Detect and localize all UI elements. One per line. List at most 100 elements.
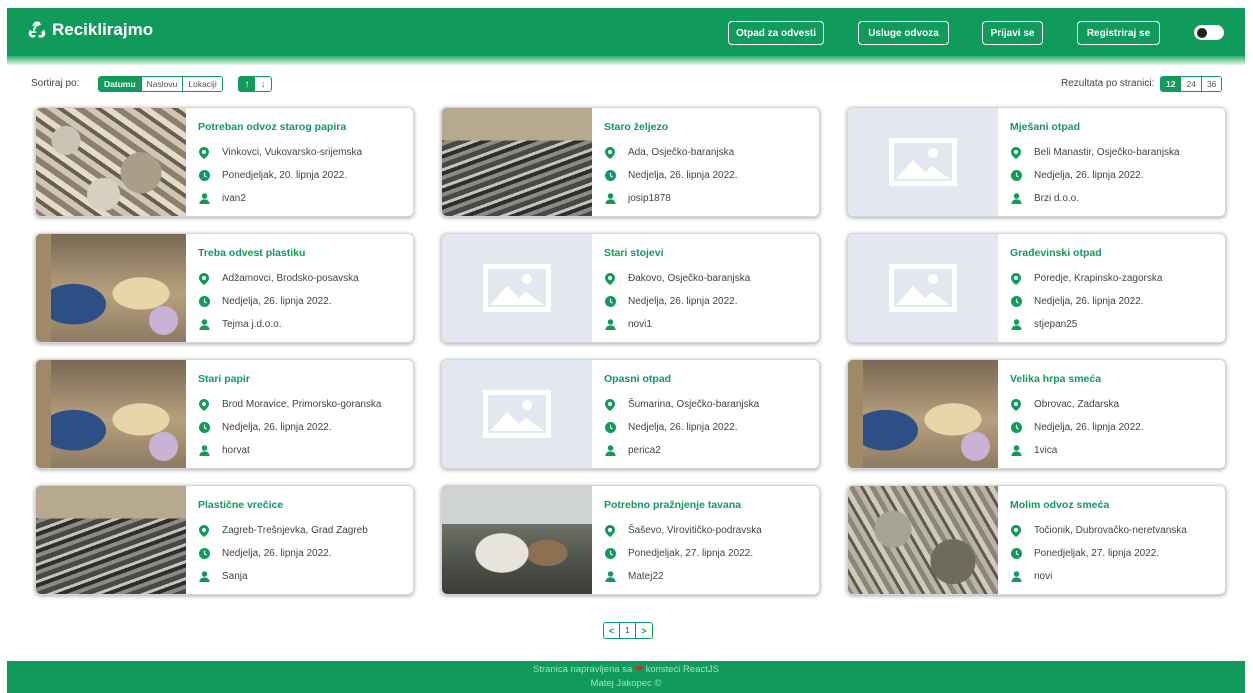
user-icon <box>198 445 210 457</box>
listing-title[interactable]: Treba odvest plastiku <box>198 247 413 261</box>
listing-date: Nedjelja, 26. lipnja 2022. <box>198 420 413 435</box>
listing-photo <box>36 234 186 342</box>
listing-user: horvat <box>198 443 413 458</box>
date-text: Nedjelja, 26. lipnja 2022. <box>628 422 738 433</box>
prev-page-button[interactable]: < <box>604 623 620 638</box>
clock-icon <box>604 170 616 182</box>
listing-info: Građevinski otpad Poredje, Krapinsko-zago… <box>998 234 1225 342</box>
listing-date: Nedjelja, 26. lipnja 2022. <box>604 420 819 435</box>
listing-photo <box>36 486 186 594</box>
listing-card[interactable]: Potreban odvoz starog papira Vinkovci, Vu… <box>36 108 413 216</box>
footer-author: Matej Jakopec © <box>590 678 662 689</box>
location-pin-icon <box>1010 524 1022 537</box>
sort-ascending-icon[interactable]: ↑ <box>239 77 255 91</box>
user-text: novi1 <box>628 319 652 330</box>
sort-by-location[interactable]: Lokaciji <box>183 77 222 91</box>
user-text: Matej22 <box>628 571 664 582</box>
listing-title[interactable]: Mješani otpad <box>1010 121 1225 135</box>
user-icon <box>604 445 616 457</box>
header-fade <box>7 56 1245 66</box>
listing-date: Nedjelja, 26. lipnja 2022. <box>1010 420 1225 435</box>
listing-card[interactable]: Potrebno pražnjenje tavana Šaševo, Virovi… <box>442 486 819 594</box>
location-text: Ada, Osječko-baranjska <box>628 147 735 158</box>
per-page-36[interactable]: 36 <box>1201 77 1222 91</box>
user-icon <box>198 193 210 205</box>
user-icon <box>1010 571 1022 583</box>
date-text: Ponedjeljak, 20. lipnja 2022. <box>222 170 348 181</box>
clock-icon <box>1010 296 1022 308</box>
footer-made-with: Stranica napravljena sa <box>533 664 633 675</box>
location-pin-icon <box>198 146 210 159</box>
per-page-12[interactable]: 12 <box>1161 77 1182 91</box>
listing-card[interactable]: Stari papir Brod Moravice, Primorsko-gora… <box>36 360 413 468</box>
listing-card[interactable]: Velika hrpa smeća Obrovac, Zadarska Nedjel… <box>848 360 1225 468</box>
user-icon <box>1010 319 1022 331</box>
clock-icon <box>604 422 616 434</box>
listing-card[interactable]: Opasni otpad Šumarina, Osječko-baranjska N… <box>442 360 819 468</box>
listing-title[interactable]: Staro željezo <box>604 121 819 135</box>
listing-user: stjepan25 <box>1010 317 1225 332</box>
per-page-24[interactable]: 24 <box>1181 77 1202 91</box>
brand-link[interactable]: Reciklirajmo <box>27 20 153 40</box>
listing-info: Plastične vrečice Zagreb-Trešnjevka, Grad… <box>186 486 413 594</box>
nav-prijavi-se[interactable]: Prijavi se <box>982 21 1043 45</box>
listing-title[interactable]: Stari stojevi <box>604 247 819 261</box>
listing-card[interactable]: Plastične vrečice Zagreb-Trešnjevka, Grad… <box>36 486 413 594</box>
listing-photo <box>848 486 998 594</box>
location-text: Brod Moravice, Primorsko-goranska <box>222 399 382 410</box>
next-page-button[interactable]: > <box>636 623 652 638</box>
listing-title[interactable]: Molim odvoz smeća <box>1010 499 1225 513</box>
location-pin-icon <box>198 524 210 537</box>
listing-card[interactable]: Građevinski otpad Poredje, Krapinsko-zago… <box>848 234 1225 342</box>
listing-title[interactable]: Potreban odvoz starog papira <box>198 121 413 135</box>
listing-title[interactable]: Potrebno pražnjenje tavana <box>604 499 819 513</box>
sort-direction: ↑ ↓ <box>238 76 272 92</box>
listing-info: Stari stojevi Đakovo, Osječko-baranjska Ne… <box>592 234 819 342</box>
listing-info: Stari papir Brod Moravice, Primorsko-gora… <box>186 360 413 468</box>
user-text: horvat <box>222 445 250 456</box>
listing-card[interactable]: Mješani otpad Beli Manastir, Osječko-bara… <box>848 108 1225 216</box>
listing-photo <box>848 360 998 468</box>
listing-title[interactable]: Velika hrpa smeća <box>1010 373 1225 387</box>
listing-title[interactable]: Građevinski otpad <box>1010 247 1225 261</box>
location-text: Šaševo, Virovitičko-podravska <box>628 525 762 536</box>
listing-info: Potrebno pražnjenje tavana Šaševo, Virovi… <box>592 486 819 594</box>
clock-icon <box>1010 548 1022 560</box>
nav-otpad-za-odvesti[interactable]: Otpad za odvesti <box>728 21 824 45</box>
listing-info: Molim odvoz smeća Točionik, Dubrovačko-ne… <box>998 486 1225 594</box>
listing-photo <box>442 108 592 216</box>
theme-toggle[interactable] <box>1194 25 1224 40</box>
listing-card[interactable]: Staro željezo Ada, Osječko-baranjska Nedje… <box>442 108 819 216</box>
nav-usluge-odvoza[interactable]: Usluge odvoza <box>858 21 949 45</box>
image-placeholder-icon <box>442 234 592 342</box>
user-icon <box>198 319 210 331</box>
listing-card[interactable]: Treba odvest plastiku Adžamovci, Brodsko-… <box>36 234 413 342</box>
listing-title[interactable]: Stari papir <box>198 373 413 387</box>
user-text: Sanja <box>222 571 248 582</box>
listing-title[interactable]: Opasni otpad <box>604 373 819 387</box>
user-text: Brzi d.o.o. <box>1034 193 1080 204</box>
listing-info: Mješani otpad Beli Manastir, Osječko-bara… <box>998 108 1225 216</box>
current-page[interactable]: 1 <box>620 623 636 638</box>
sort-by-title[interactable]: Naslovu <box>141 77 184 91</box>
image-placeholder-icon <box>442 360 592 468</box>
listing-info: Velika hrpa smeća Obrovac, Zadarska Nedjel… <box>998 360 1225 468</box>
sort-by-date[interactable]: Datumu <box>99 77 142 91</box>
listing-card[interactable]: Stari stojevi Đakovo, Osječko-baranjska Ne… <box>442 234 819 342</box>
listing-date: Nedjelja, 26. lipnja 2022. <box>198 546 413 561</box>
user-icon <box>604 193 616 205</box>
location-pin-icon <box>604 146 616 159</box>
listing-location: Brod Moravice, Primorsko-goranska <box>198 397 413 412</box>
listing-card[interactable]: Molim odvoz smeća Točionik, Dubrovačko-ne… <box>848 486 1225 594</box>
listing-date: Nedjelja, 26. lipnja 2022. <box>1010 294 1225 309</box>
listing-location: Zagreb-Trešnjevka, Grad Zagreb <box>198 523 413 538</box>
user-text: perica2 <box>628 445 661 456</box>
listing-location: Đakovo, Osječko-baranjska <box>604 271 819 286</box>
recycle-icon <box>28 21 46 38</box>
sort-descending-icon[interactable]: ↓ <box>255 77 271 91</box>
nav-registriraj-se[interactable]: Registriraj se <box>1077 21 1160 45</box>
user-icon <box>604 571 616 583</box>
location-pin-icon <box>1010 272 1022 285</box>
heart-icon: ❤ <box>634 664 643 675</box>
listing-title[interactable]: Plastične vrečice <box>198 499 413 513</box>
